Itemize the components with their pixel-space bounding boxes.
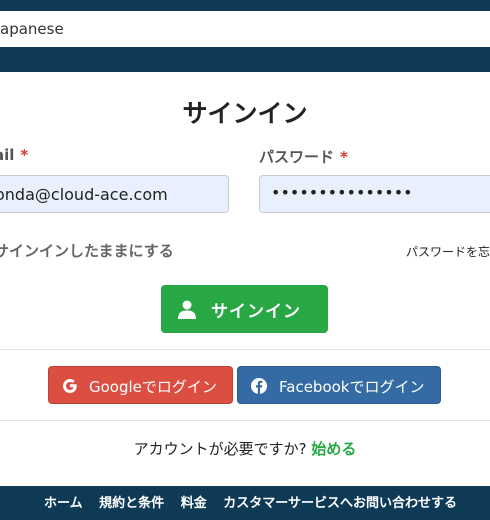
password-label: パスワード * xyxy=(259,146,348,167)
email-value: onda@cloud-ace.com xyxy=(0,185,168,204)
google-login-button[interactable]: Googleでログイン xyxy=(48,366,233,404)
language-value: apanese xyxy=(0,20,64,38)
email-field[interactable]: onda@cloud-ace.com xyxy=(0,175,229,213)
page-title: サインイン xyxy=(182,99,308,128)
email-label-text: ail xyxy=(0,146,15,164)
google-icon xyxy=(61,377,79,399)
password-value: ••••••••••••••• xyxy=(271,183,413,202)
signin-button-label: サインイン xyxy=(211,302,301,322)
footer-link-contact[interactable]: カスタマーサービスへお問い合わせする xyxy=(223,496,457,511)
divider xyxy=(0,349,490,350)
google-login-label: Googleでログイン xyxy=(89,378,217,396)
footer-links: ホーム 規約と条件 料金 カスタマーサービスへお問い合わせする xyxy=(44,492,469,511)
footer: ホーム 規約と条件 料金 カスタマーサービスへお問い合わせする xyxy=(0,486,490,520)
required-mark: * xyxy=(20,146,29,164)
facebook-login-button[interactable]: Facebookでログイン xyxy=(237,366,441,404)
language-select[interactable]: apanese xyxy=(0,11,490,47)
footer-link-terms[interactable]: 規約と条件 xyxy=(99,496,164,511)
signin-card xyxy=(0,72,490,486)
top-bar: apanese xyxy=(0,0,490,72)
user-icon xyxy=(177,299,197,323)
divider xyxy=(0,420,490,421)
forgot-password-link[interactable]: パスワードを忘 xyxy=(406,243,490,260)
email-label: ail * xyxy=(0,146,28,164)
remember-me-checkbox[interactable]: サインインしたままにする xyxy=(0,240,174,261)
facebook-login-label: Facebookでログイン xyxy=(279,378,425,396)
password-field[interactable]: ••••••••••••••• xyxy=(259,175,490,213)
required-mark: * xyxy=(340,148,348,166)
facebook-icon xyxy=(250,377,268,399)
footer-link-pricing[interactable]: 料金 xyxy=(181,496,207,511)
signin-button[interactable]: サインイン xyxy=(161,285,328,333)
signup-prompt-text: アカウントが必要ですか? xyxy=(133,440,312,458)
signup-prompt: アカウントが必要ですか? 始める xyxy=(0,438,490,459)
signup-link[interactable]: 始める xyxy=(311,440,356,458)
footer-link-home[interactable]: ホーム xyxy=(44,496,83,511)
password-label-text: パスワード xyxy=(259,148,335,166)
